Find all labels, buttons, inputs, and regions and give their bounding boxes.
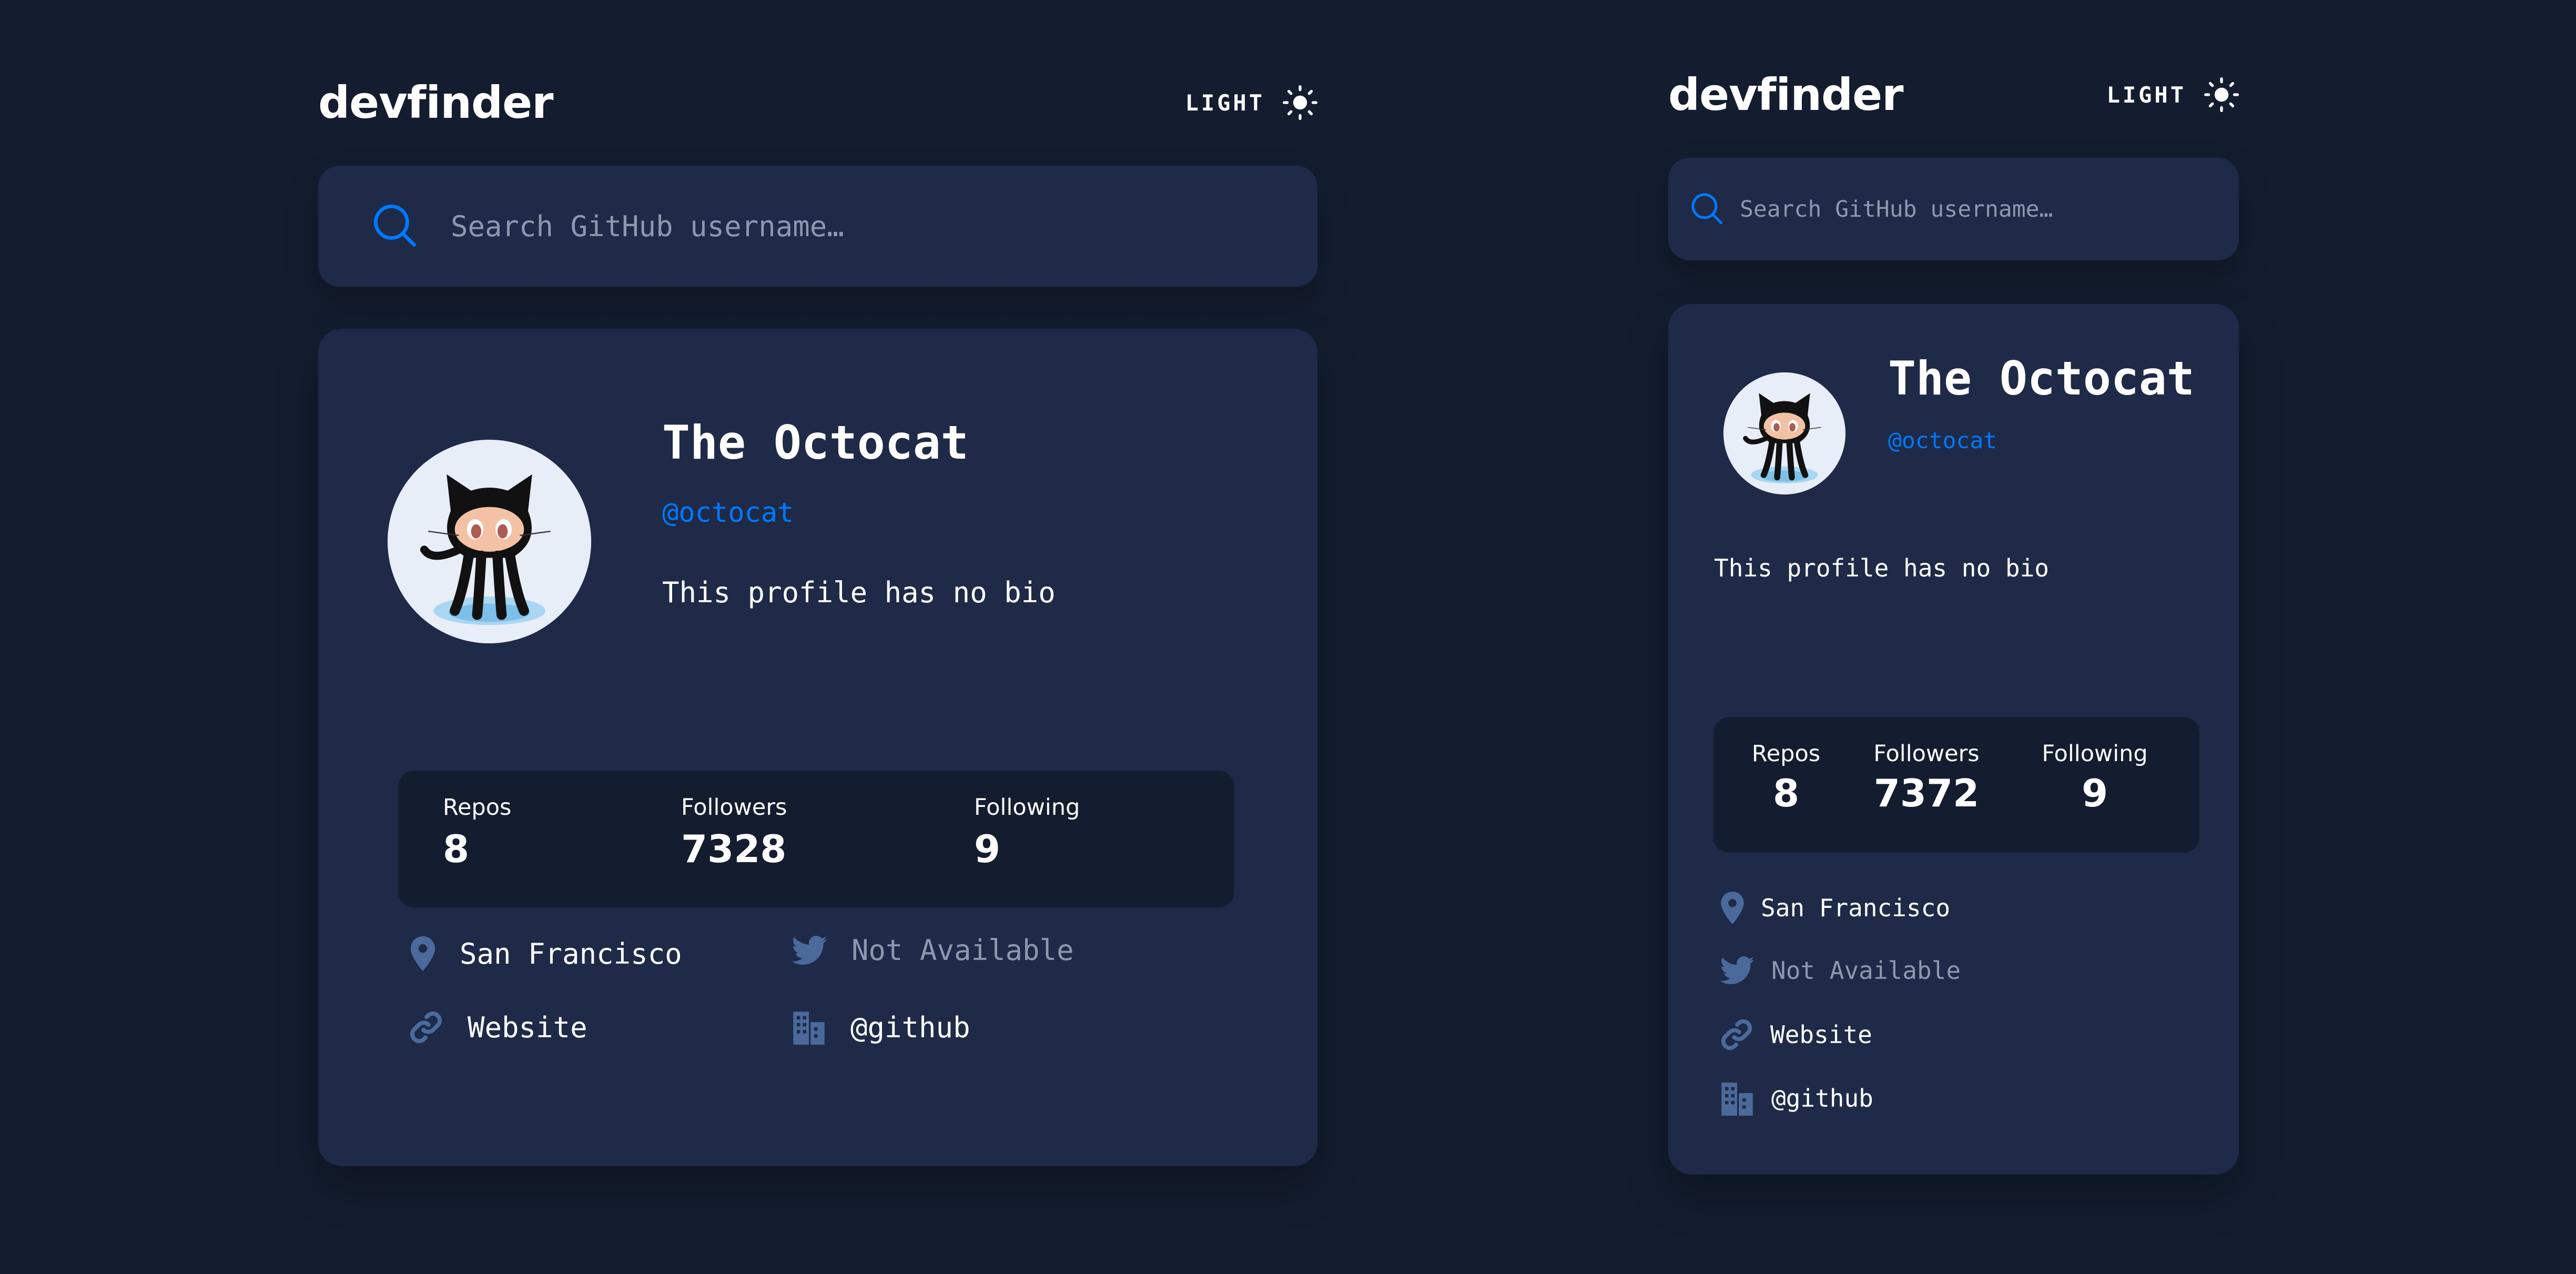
- stat-followers: Followers 7372: [1855, 741, 1997, 815]
- logo: devfinder: [1668, 69, 1904, 120]
- stat-following: Following 9: [2019, 741, 2171, 815]
- twitter-text: Not Available: [851, 934, 1074, 967]
- website-link[interactable]: Website: [468, 1011, 587, 1044]
- company-icon: [1720, 1081, 1754, 1116]
- website-link[interactable]: Website: [1770, 1020, 1872, 1049]
- avatar: [1723, 372, 1845, 494]
- theme-toggle-button[interactable]: LIGHT: [1185, 85, 1317, 120]
- location-row: San Francisco: [1721, 892, 1950, 924]
- search-bar: [318, 166, 1317, 287]
- location-text: San Francisco: [1761, 894, 1951, 922]
- search-input[interactable]: [450, 209, 1317, 244]
- profile-bio: This profile has no bio: [662, 576, 1056, 609]
- company-row: @github: [1720, 1081, 1873, 1116]
- stat-value: 7328: [681, 827, 787, 871]
- profile-login[interactable]: @octocat: [662, 497, 794, 529]
- company-icon: [792, 1010, 826, 1045]
- sun-icon: [1283, 85, 1317, 120]
- stats-panel: Repos 8 Followers 7328 Following 9: [398, 771, 1234, 907]
- stat-repos: Repos 8: [443, 794, 511, 871]
- header: devfinder LIGHT: [318, 74, 1317, 132]
- website-row[interactable]: Website: [1720, 1018, 1872, 1051]
- search-icon[interactable]: [371, 201, 418, 251]
- stat-value: 8: [1772, 771, 1800, 815]
- stats-panel: Repos 8 Followers 7372 Following 9: [1713, 717, 2199, 853]
- stat-label: Repos: [1751, 741, 1821, 767]
- theme-toggle-button[interactable]: LIGHT: [2107, 77, 2239, 112]
- twitter-icon: [792, 935, 827, 965]
- profile-login[interactable]: @octocat: [1888, 428, 1997, 454]
- stat-value: 8: [443, 827, 470, 871]
- twitter-row: Not Available: [1720, 956, 1961, 985]
- avatar: [388, 440, 591, 643]
- sun-icon: [2204, 77, 2239, 112]
- location-text: San Francisco: [460, 937, 682, 970]
- profile-card: The Octocat @octocat This profile has no…: [1668, 304, 2239, 1175]
- stat-label: Followers: [1873, 741, 1980, 767]
- search-bar: [1668, 158, 2239, 260]
- stat-label: Followers: [681, 794, 787, 821]
- search-input[interactable]: [1739, 195, 2239, 223]
- stat-value: 7372: [1873, 771, 1980, 815]
- profile-name: The Octocat: [662, 416, 969, 470]
- location-row: San Francisco: [410, 936, 682, 971]
- stat-label: Following: [974, 794, 1080, 821]
- profile-name: The Octocat: [1888, 351, 2195, 406]
- stat-followers: Followers 7328: [681, 794, 787, 871]
- stat-following: Following 9: [974, 794, 1080, 871]
- stat-label: Repos: [443, 794, 512, 821]
- location-icon: [410, 936, 435, 971]
- link-icon: [409, 1010, 443, 1045]
- location-icon: [1721, 892, 1744, 924]
- theme-toggle-label: LIGHT: [1185, 89, 1265, 116]
- logo: devfinder: [318, 77, 554, 128]
- twitter-icon: [1720, 956, 1754, 985]
- company-row: @github: [792, 1010, 970, 1045]
- profile-bio: This profile has no bio: [1714, 554, 2049, 582]
- website-row[interactable]: Website: [409, 1010, 587, 1045]
- stat-value: 9: [2081, 771, 2108, 815]
- twitter-text: Not Available: [1771, 956, 1961, 985]
- company-text[interactable]: @github: [1771, 1084, 1873, 1113]
- search-icon[interactable]: [1689, 191, 1724, 228]
- stat-value: 9: [974, 827, 1001, 871]
- link-icon: [1720, 1018, 1753, 1051]
- profile-card: The Octocat @octocat This profile has no…: [318, 329, 1317, 1166]
- stat-repos: Repos 8: [1739, 741, 1833, 815]
- twitter-row: Not Available: [792, 934, 1074, 967]
- theme-toggle-label: LIGHT: [2106, 82, 2186, 108]
- stat-label: Following: [2042, 741, 2148, 767]
- company-text[interactable]: @github: [850, 1011, 970, 1044]
- header: devfinder LIGHT: [1668, 66, 2239, 124]
